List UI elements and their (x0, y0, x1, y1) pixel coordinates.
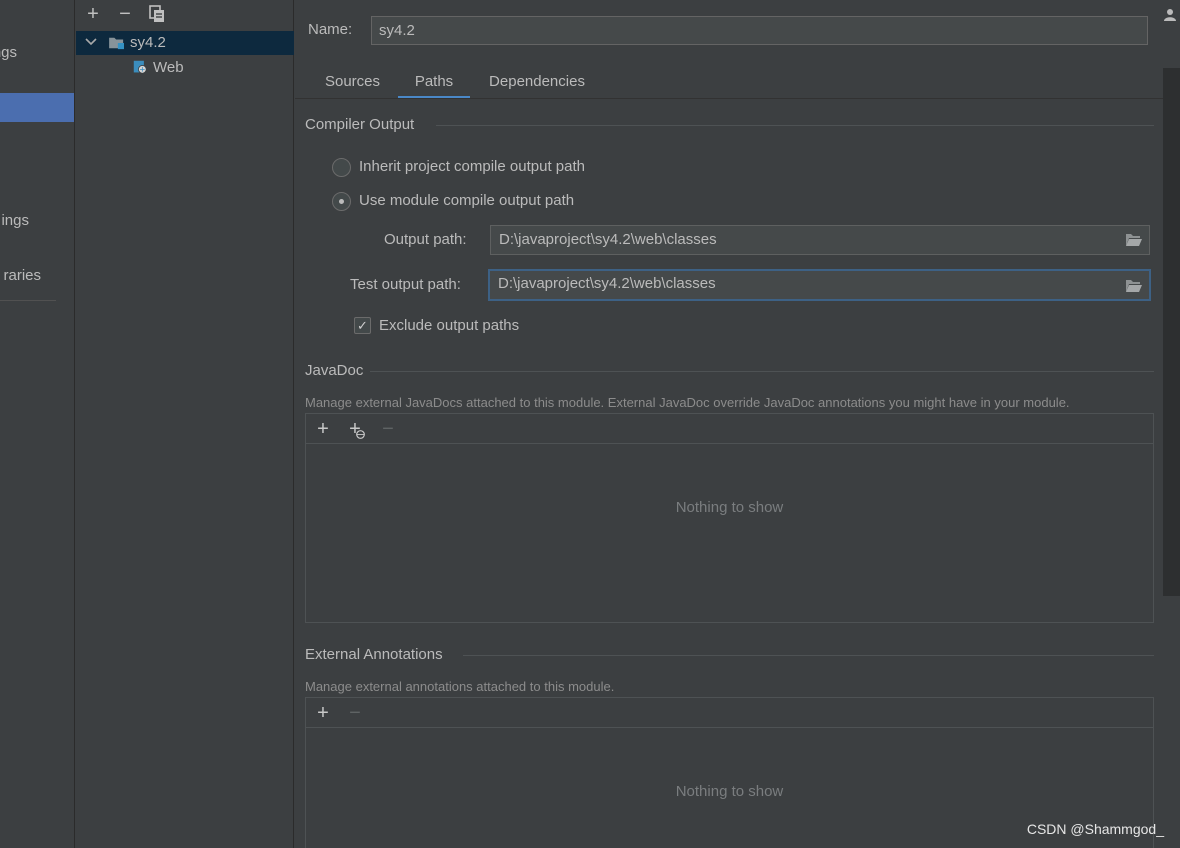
test-output-path-label: Test output path: (350, 276, 461, 293)
sidebar-item-libraries[interactable]: raries (0, 261, 74, 291)
add-javadoc-button[interactable]: + (312, 418, 334, 440)
globe-icon (356, 430, 365, 439)
tabs-divider (295, 98, 1163, 99)
javadoc-hint: Manage external JavaDocs attached to thi… (305, 395, 1070, 410)
inherit-output-label[interactable]: Inherit project compile output path (359, 158, 585, 175)
javadoc-toolbar: + + − (306, 414, 1153, 444)
external-annotations-toolbar: + − (306, 698, 1153, 728)
sidebar-item-label: raries (3, 267, 41, 284)
add-javadoc-url-button[interactable]: + (344, 418, 366, 440)
javadoc-list: + + − Nothing to show (305, 413, 1154, 623)
sidebar-item-settings[interactable]: ngs (0, 38, 74, 68)
compiler-output-title: Compiler Output (305, 116, 415, 133)
web-facet-icon (133, 60, 147, 74)
inherit-output-radio[interactable] (332, 158, 351, 177)
name-label: Name: (308, 21, 353, 38)
exclude-output-checkbox[interactable]: ✓ (354, 317, 371, 334)
output-path-field[interactable]: D:\javaproject\sy4.2\web\classes (490, 225, 1150, 255)
tree-node-label: sy4.2 (130, 34, 166, 51)
module-settings-panel: Name: sy4.2 Sources Paths Dependencies C… (295, 0, 1163, 848)
tab-paths[interactable]: Paths (398, 64, 470, 99)
sidebar-separator (0, 300, 56, 301)
output-path-label: Output path: (384, 231, 467, 248)
tab-sources[interactable]: Sources (310, 64, 395, 99)
sidebar-item-facets-settings[interactable]: ings (0, 206, 74, 236)
sidebar-item-label: ngs (0, 44, 17, 61)
module-name-input[interactable]: sy4.2 (371, 16, 1148, 45)
exclude-output-label[interactable]: Exclude output paths (379, 317, 519, 334)
add-button[interactable]: + (82, 3, 104, 25)
javadoc-empty-text: Nothing to show (675, 499, 784, 516)
external-annotations-empty-text: Nothing to show (675, 783, 784, 800)
copy-icon (149, 5, 164, 22)
sidebar-item-selected[interactable] (0, 93, 74, 122)
output-path-value: D:\javaproject\sy4.2\web\classes (499, 231, 717, 248)
test-output-path-value: D:\javaproject\sy4.2\web\classes (498, 275, 716, 292)
remove-javadoc-button[interactable]: − (377, 418, 399, 440)
tree-node-module[interactable]: sy4.2 (76, 31, 294, 55)
test-output-path-field[interactable]: D:\javaproject\sy4.2\web\classes (488, 269, 1151, 301)
external-annotations-hint: Manage external annotations attached to … (305, 679, 615, 694)
section-divider (463, 655, 1154, 656)
section-divider (436, 125, 1154, 126)
folder-open-icon[interactable] (1125, 233, 1143, 247)
settings-sidebar: ngs ings raries (0, 0, 75, 848)
javadoc-title: JavaDoc (305, 362, 364, 379)
watermark: CSDN @Shammgod_ (1026, 821, 1164, 837)
chevron-down-icon (85, 38, 97, 46)
right-edge-scroll-area (1163, 68, 1180, 596)
add-annotation-button[interactable]: + (312, 702, 334, 724)
user-icon (1164, 9, 1176, 21)
remove-annotation-button[interactable]: − (344, 702, 366, 724)
sidebar-item-label: ings (1, 212, 29, 229)
tab-dependencies[interactable]: Dependencies (475, 64, 599, 99)
module-tree-panel: + − sy4.2 Web (76, 0, 294, 848)
copy-button[interactable] (146, 3, 168, 25)
remove-button[interactable]: − (114, 3, 136, 25)
external-annotations-title: External Annotations (305, 646, 443, 663)
module-folder-icon (109, 37, 124, 50)
tree-toolbar: + − (76, 0, 294, 28)
tree-node-label: Web (153, 59, 184, 76)
use-module-output-radio[interactable] (332, 192, 351, 211)
tree-node-web-facet[interactable]: Web (76, 56, 294, 80)
section-divider (370, 371, 1154, 372)
use-module-output-label[interactable]: Use module compile output path (359, 192, 574, 209)
folder-open-icon[interactable] (1125, 279, 1143, 293)
